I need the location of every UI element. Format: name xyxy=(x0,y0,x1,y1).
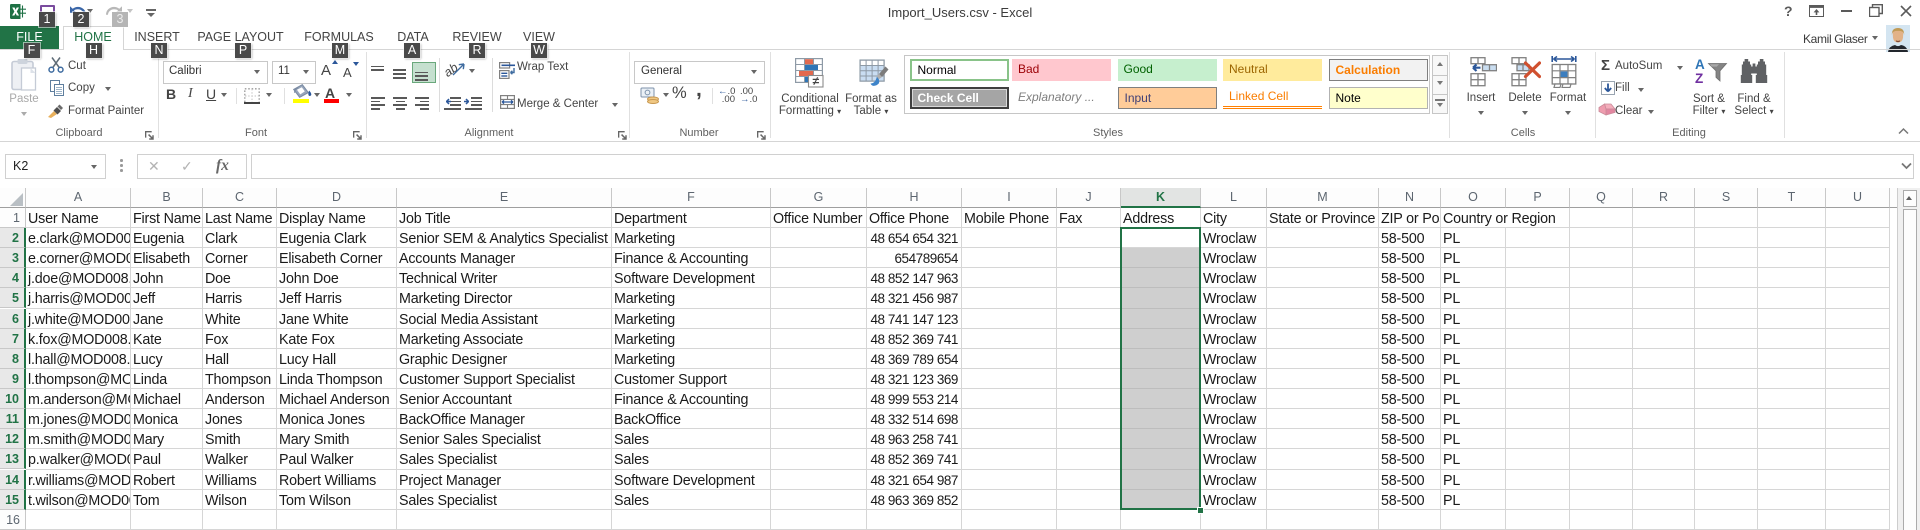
svg-text:A: A xyxy=(1695,57,1705,72)
svg-text:≠: ≠ xyxy=(813,74,820,88)
svg-text:Z: Z xyxy=(1695,71,1703,84)
